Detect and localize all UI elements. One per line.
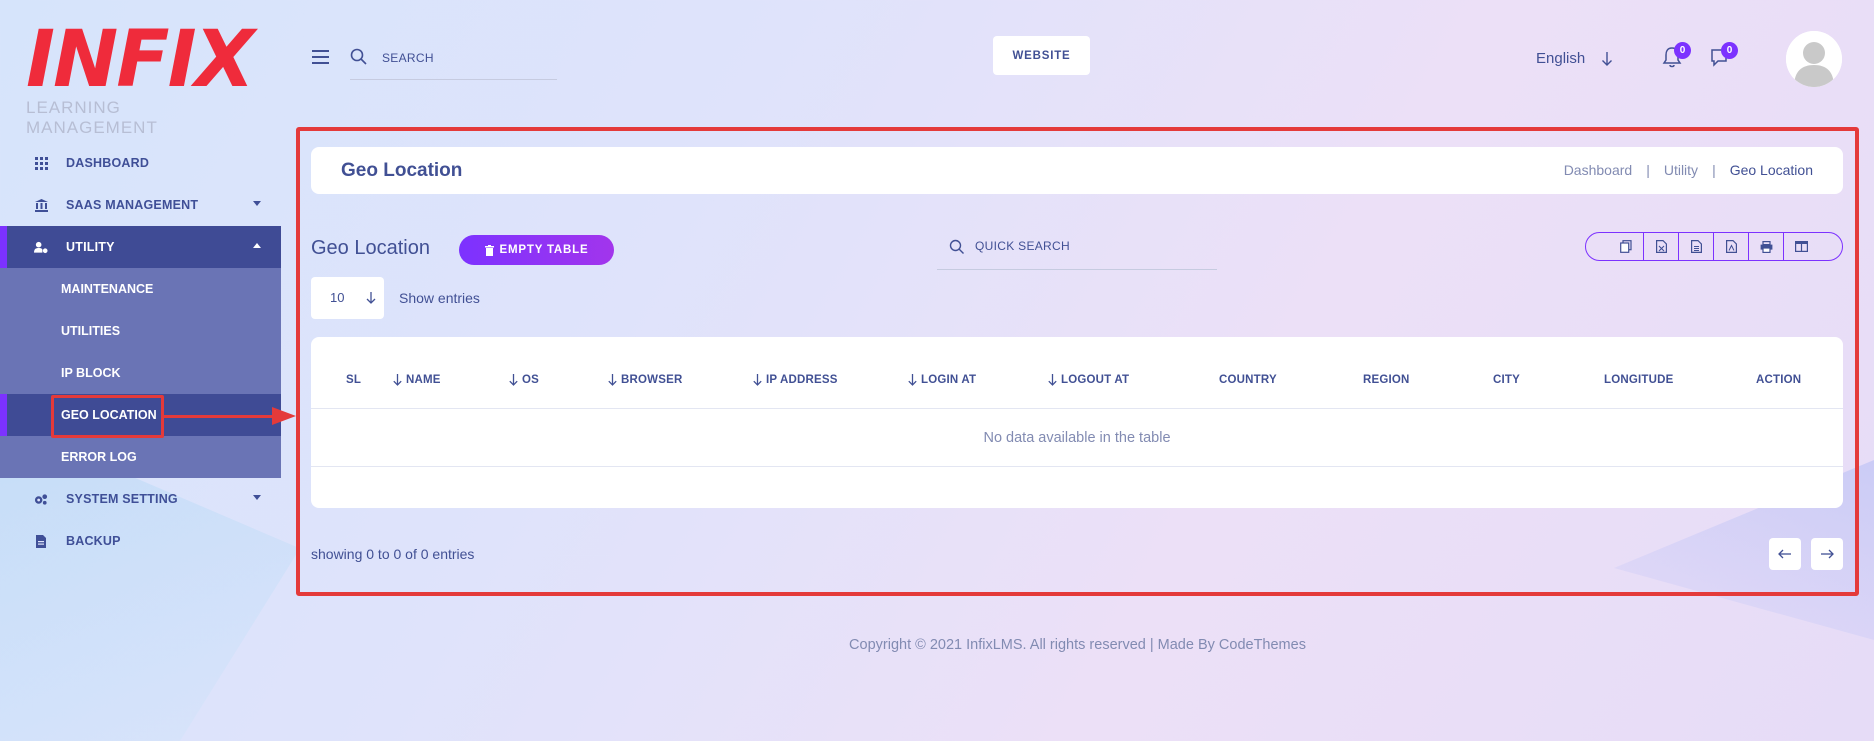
sort-arrow-icon: [1048, 374, 1057, 386]
sidebar-item-ip-block[interactable]: IP BLOCK: [0, 352, 281, 394]
sidebar-nav: DASHBOARD SAAS MANAGEMENT UTILITY MAINTE…: [0, 142, 281, 562]
notification-bell[interactable]: 0: [1662, 42, 1691, 73]
sidebar-item-label: SYSTEM SETTING: [66, 492, 178, 506]
arrow-right-icon: [1821, 549, 1834, 559]
sidebar-item-saas-management[interactable]: SAAS MANAGEMENT: [0, 184, 281, 226]
sidebar-item-system-setting[interactable]: SYSTEM SETTING: [0, 478, 281, 520]
column-browser[interactable]: BROWSER: [608, 374, 682, 386]
sidebar-item-utility[interactable]: UTILITY: [0, 226, 281, 268]
data-table: SL NAME OS BROWSER IP ADDRESS LOGIN AT L…: [311, 337, 1843, 508]
language-select[interactable]: English: [1536, 50, 1585, 67]
website-button[interactable]: WEBSITE: [993, 36, 1090, 75]
column-ip-address[interactable]: IP ADDRESS: [753, 374, 838, 386]
highlight-arrow-line: [164, 415, 276, 418]
column-os[interactable]: OS: [509, 374, 539, 386]
sidebar: INFIX LEARNING MANAGEMENT DASHBOARD SAAS…: [0, 0, 296, 741]
sidebar-item-error-log[interactable]: ERROR LOG: [0, 436, 281, 478]
sidebar-item-maintenance[interactable]: MAINTENANCE: [0, 268, 281, 310]
chevron-up-icon: [253, 243, 261, 248]
previous-page-button[interactable]: [1769, 538, 1801, 570]
search-placeholder: SEARCH: [382, 51, 434, 65]
sidebar-item-backup[interactable]: BACKUP: [0, 520, 281, 562]
chevron-down-icon: [253, 495, 261, 500]
search-input[interactable]: SEARCH: [350, 44, 557, 80]
column-logout-at[interactable]: LOGOUT AT: [1048, 374, 1129, 386]
message-badge: 0: [1721, 42, 1738, 59]
column-longitude[interactable]: LONGITUDE: [1604, 374, 1674, 386]
menu-toggle-icon[interactable]: [312, 50, 329, 64]
pagination-info: showing 0 to 0 of 0 entries: [311, 546, 475, 562]
column-action[interactable]: ACTION: [1756, 374, 1801, 386]
notification-badge: 0: [1674, 42, 1691, 59]
sidebar-item-label: SAAS MANAGEMENT: [66, 198, 199, 212]
sidebar-item-utilities[interactable]: UTILITIES: [0, 310, 281, 352]
logo-mark: INFIX: [26, 15, 255, 105]
sort-arrow-icon: [608, 374, 617, 386]
sort-arrow-icon: [509, 374, 518, 386]
arrow-left-icon: [1778, 549, 1791, 559]
arrow-down-icon: [1602, 52, 1612, 66]
footer-copyright: Copyright © 2021 InfixLMS. All rights re…: [849, 637, 1306, 653]
utility-submenu: MAINTENANCE UTILITIES IP BLOCK GEO LOCAT…: [0, 268, 281, 478]
column-country[interactable]: COUNTRY: [1219, 374, 1277, 386]
sort-arrow-icon: [908, 374, 917, 386]
empty-table-message: No data available in the table: [311, 409, 1843, 467]
column-region[interactable]: REGION: [1363, 374, 1410, 386]
user-avatar-icon: [1786, 31, 1842, 87]
next-page-button[interactable]: [1811, 538, 1843, 570]
sort-arrow-icon: [753, 374, 762, 386]
column-login-at[interactable]: LOGIN AT: [908, 374, 976, 386]
sidebar-item-label: UTILITY: [66, 240, 115, 254]
grid-icon: [34, 156, 48, 170]
gears-icon: [34, 492, 48, 506]
table-header: SL NAME OS BROWSER IP ADDRESS LOGIN AT L…: [311, 337, 1843, 409]
sidebar-item-dashboard[interactable]: DASHBOARD: [0, 142, 281, 184]
search-icon: [350, 48, 367, 65]
highlight-box: [51, 395, 164, 438]
avatar[interactable]: [1786, 31, 1842, 87]
sort-arrow-icon: [393, 374, 402, 386]
column-sl[interactable]: SL: [346, 374, 361, 386]
messages-button[interactable]: 0: [1709, 42, 1738, 73]
column-city[interactable]: CITY: [1493, 374, 1520, 386]
file-icon: [34, 534, 48, 548]
logo[interactable]: INFIX LEARNING MANAGEMENT: [26, 15, 256, 137]
column-name[interactable]: NAME: [393, 374, 441, 386]
sidebar-item-label: DASHBOARD: [66, 156, 150, 170]
user-gear-icon: [34, 240, 48, 254]
chevron-down-icon: [253, 201, 261, 206]
highlight-arrow-head: [272, 407, 296, 425]
bank-icon: [34, 198, 48, 212]
sidebar-item-label: BACKUP: [66, 534, 121, 548]
